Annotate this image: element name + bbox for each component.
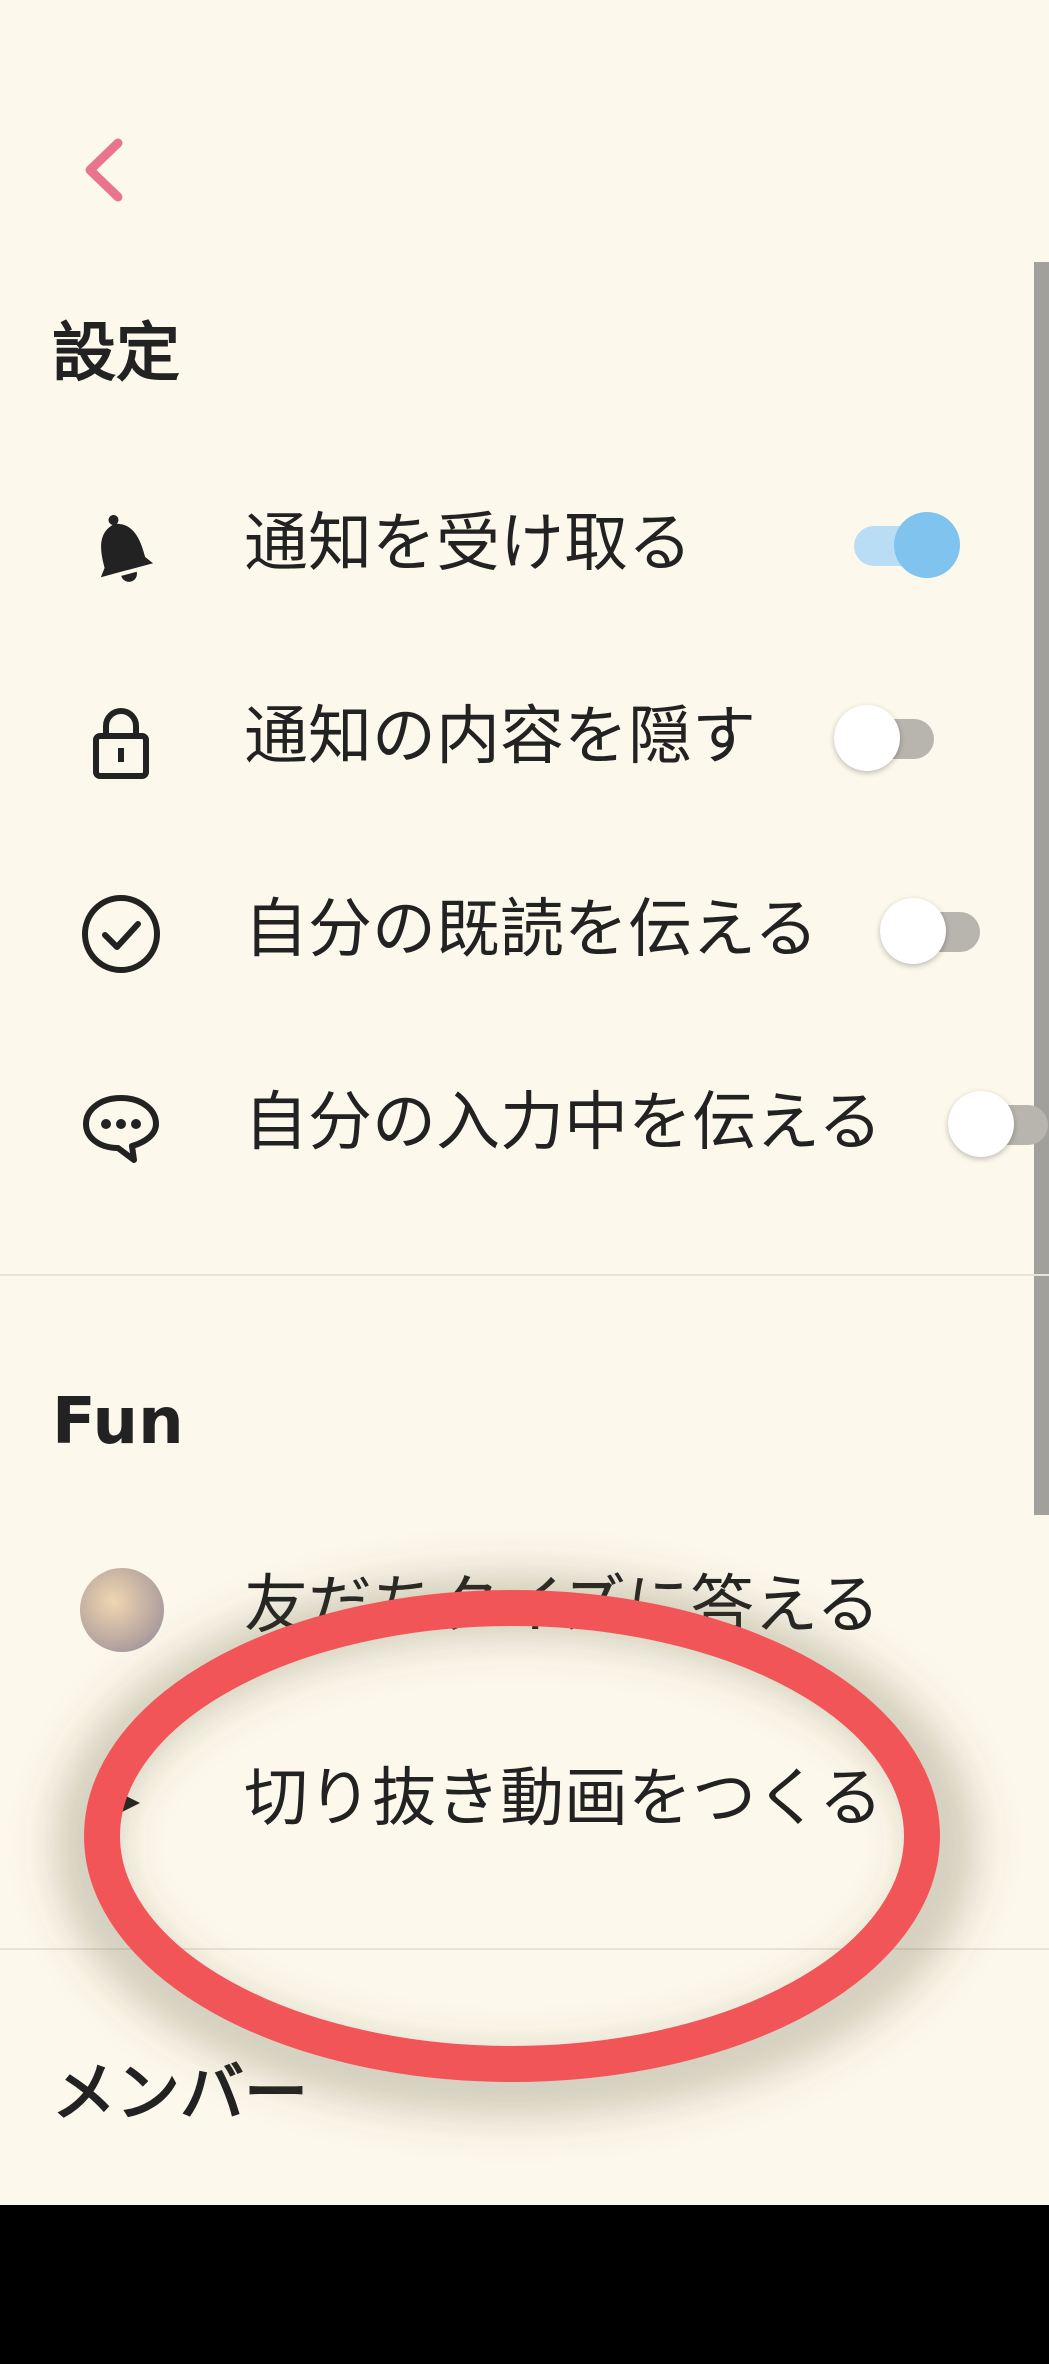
fun-section-title: Fun xyxy=(52,1385,184,1459)
members-section-title: メンバー xyxy=(52,2057,308,2131)
setting-label: 自分の既読を伝える xyxy=(244,893,819,967)
bell-icon xyxy=(100,514,154,582)
setting-label: 自分の入力中を伝える xyxy=(244,1086,883,1160)
settings-section-title: 設定 xyxy=(52,317,180,391)
setting-label: 通知の内容を隠す xyxy=(244,700,756,774)
fun-row-friend-quiz[interactable]: 友だちクイズに答える xyxy=(0,1532,1049,1682)
hide-notification-content-toggle[interactable] xyxy=(834,705,934,771)
send-read-receipts-toggle[interactable] xyxy=(880,898,980,964)
section-divider xyxy=(0,1948,1049,1950)
section-divider xyxy=(0,1274,1049,1276)
chevron-left-icon[interactable] xyxy=(78,135,130,205)
fun-item-label: 友だちクイズに答える xyxy=(244,1569,881,1643)
fun-item-label: 切り抜き動画をつくる xyxy=(244,1762,883,1836)
send-typing-status-toggle[interactable] xyxy=(948,1091,1048,1157)
check-circle-icon xyxy=(82,895,160,973)
video-icon xyxy=(98,1782,140,1824)
setting-row-send-typing-status[interactable]: 自分の入力中を伝える xyxy=(0,1049,1049,1199)
setting-label: 通知を受け取る xyxy=(244,507,692,581)
system-bottom-bar xyxy=(0,2205,1049,2364)
setting-row-send-read-receipts[interactable]: 自分の既読を伝える xyxy=(0,856,1049,1006)
fun-row-create-clip-video[interactable]: 切り抜き動画をつくる xyxy=(0,1725,1049,1875)
setting-row-receive-notifications[interactable]: 通知を受け取る xyxy=(0,470,1049,620)
setting-row-hide-notification-content[interactable]: 通知の内容を隠す xyxy=(0,663,1049,813)
lock-icon xyxy=(93,708,149,779)
receive-notifications-toggle[interactable] xyxy=(854,512,960,578)
chat-bubble-icon xyxy=(83,1095,159,1163)
